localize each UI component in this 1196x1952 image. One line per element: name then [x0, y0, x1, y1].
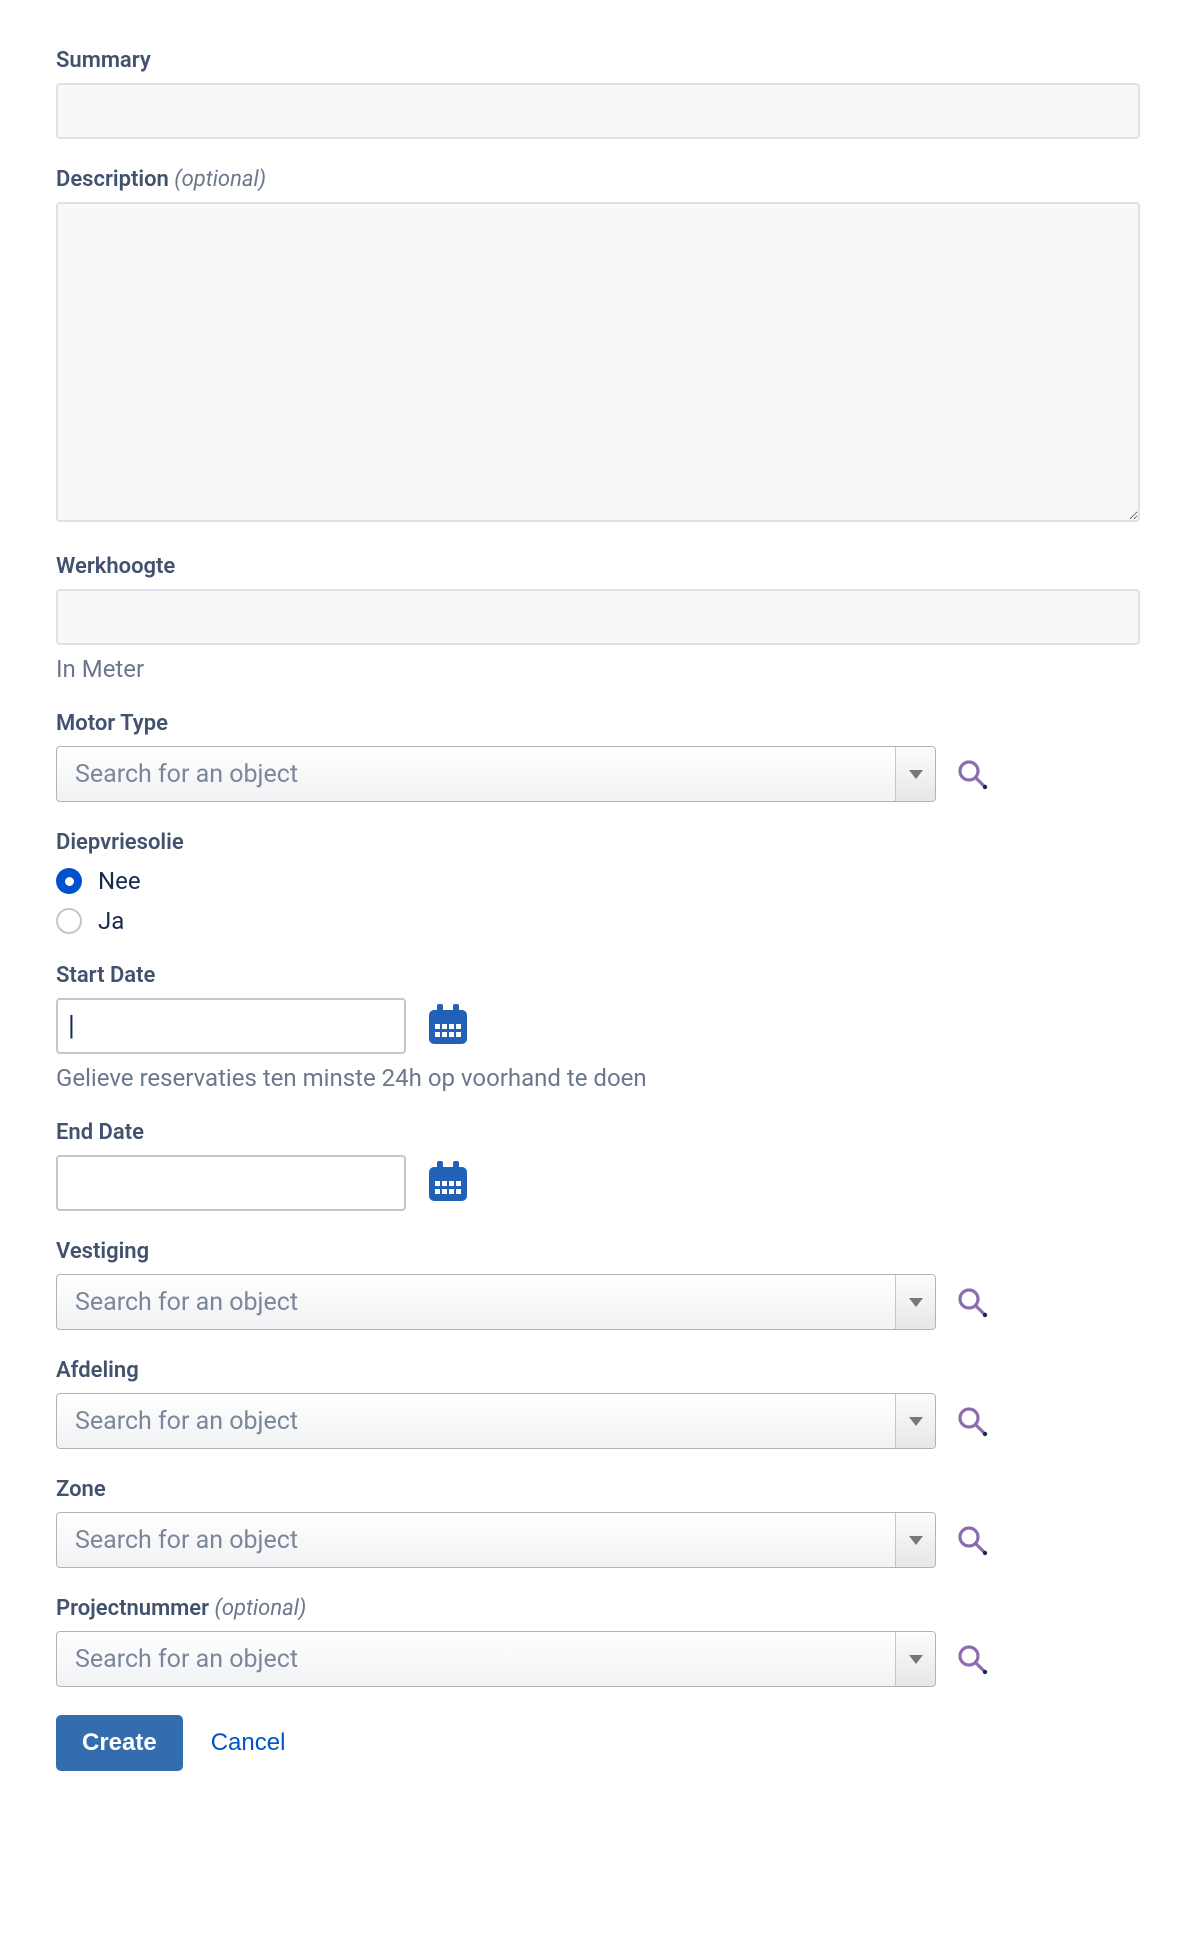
- werkhoogte-input[interactable]: [56, 589, 1140, 645]
- projectnummer-label: Projectnummer (optional): [56, 1596, 1140, 1621]
- motor-type-field: Motor Type Search for an object: [56, 711, 1140, 802]
- motor-type-search-icon[interactable]: [952, 754, 992, 794]
- vestiging-field: Vestiging Search for an object: [56, 1239, 1140, 1330]
- zone-placeholder: Search for an object: [57, 1513, 895, 1567]
- diepvriesolie-label: Diepvriesolie: [56, 830, 1140, 855]
- start-date-help: Gelieve reservaties ten minste 24h op vo…: [56, 1064, 1140, 1092]
- summary-input[interactable]: [56, 83, 1140, 139]
- text-cursor: |: [66, 1000, 75, 1052]
- start-date-label: Start Date: [56, 963, 1140, 988]
- werkhoogte-label: Werkhoogte: [56, 554, 1140, 579]
- radio-unselected-icon: [56, 908, 82, 934]
- zone-search-icon[interactable]: [952, 1520, 992, 1560]
- cancel-button[interactable]: Cancel: [205, 1715, 292, 1771]
- diepvriesolie-nee-label: Nee: [98, 867, 141, 895]
- end-date-label: End Date: [56, 1120, 1140, 1145]
- afdeling-field: Afdeling Search for an object: [56, 1358, 1140, 1449]
- afdeling-placeholder: Search for an object: [57, 1394, 895, 1448]
- motor-type-label: Motor Type: [56, 711, 1140, 736]
- form-actions: Create Cancel: [56, 1715, 1140, 1771]
- radio-selected-icon: [56, 868, 82, 894]
- chevron-down-icon[interactable]: [895, 1275, 935, 1329]
- vestiging-search-icon[interactable]: [952, 1282, 992, 1322]
- description-textarea[interactable]: [56, 202, 1140, 522]
- zone-label: Zone: [56, 1477, 1140, 1502]
- projectnummer-field: Projectnummer (optional) Search for an o…: [56, 1596, 1140, 1687]
- motor-type-select[interactable]: Search for an object: [56, 746, 936, 802]
- afdeling-search-icon[interactable]: [952, 1401, 992, 1441]
- chevron-down-icon[interactable]: [895, 1632, 935, 1686]
- description-field: Description (optional): [56, 167, 1140, 526]
- diepvriesolie-ja-label: Ja: [98, 907, 124, 935]
- motor-type-placeholder: Search for an object: [57, 747, 895, 801]
- afdeling-label: Afdeling: [56, 1358, 1140, 1383]
- description-label: Description (optional): [56, 167, 1140, 192]
- werkhoogte-help: In Meter: [56, 655, 1140, 683]
- chevron-down-icon[interactable]: [895, 747, 935, 801]
- start-date-field: Start Date |: [56, 963, 1140, 1092]
- vestiging-select[interactable]: Search for an object: [56, 1274, 936, 1330]
- vestiging-label: Vestiging: [56, 1239, 1140, 1264]
- end-date-calendar-icon[interactable]: [424, 1157, 472, 1209]
- afdeling-select[interactable]: Search for an object: [56, 1393, 936, 1449]
- chevron-down-icon[interactable]: [895, 1394, 935, 1448]
- projectnummer-search-icon[interactable]: [952, 1639, 992, 1679]
- description-label-text: Description: [56, 167, 169, 192]
- start-date-input[interactable]: |: [56, 998, 406, 1054]
- summary-label: Summary: [56, 48, 1140, 73]
- werkhoogte-field: Werkhoogte In Meter: [56, 554, 1140, 683]
- zone-field: Zone Search for an object: [56, 1477, 1140, 1568]
- description-optional: (optional): [174, 167, 266, 192]
- diepvriesolie-option-ja[interactable]: Ja: [56, 907, 1140, 935]
- projectnummer-label-text: Projectnummer: [56, 1596, 209, 1621]
- summary-field: Summary: [56, 48, 1140, 139]
- projectnummer-select[interactable]: Search for an object: [56, 1631, 936, 1687]
- end-date-field: End Date: [56, 1120, 1140, 1211]
- chevron-down-icon[interactable]: [895, 1513, 935, 1567]
- zone-select[interactable]: Search for an object: [56, 1512, 936, 1568]
- end-date-input[interactable]: [56, 1155, 406, 1211]
- projectnummer-optional: (optional): [215, 1596, 307, 1621]
- diepvriesolie-field: Diepvriesolie Nee Ja: [56, 830, 1140, 935]
- diepvriesolie-option-nee[interactable]: Nee: [56, 867, 1140, 895]
- vestiging-placeholder: Search for an object: [57, 1275, 895, 1329]
- create-button[interactable]: Create: [56, 1715, 183, 1771]
- start-date-calendar-icon[interactable]: [424, 1000, 472, 1052]
- projectnummer-placeholder: Search for an object: [57, 1632, 895, 1686]
